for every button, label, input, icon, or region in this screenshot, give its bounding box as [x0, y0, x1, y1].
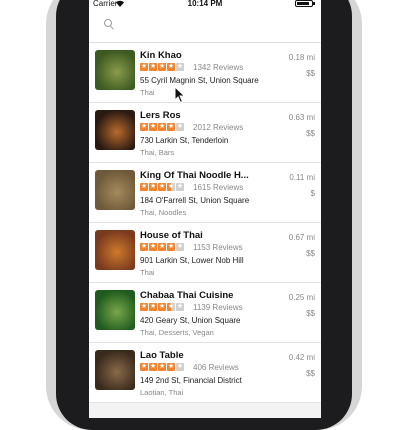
restaurant-name: Chabaa Thai Cuisine — [140, 290, 234, 301]
star-rating: ★ ★ ★ ★ ★ — [140, 303, 185, 311]
star-icon: ★ — [140, 303, 148, 311]
phone-screen: Carrier 10:14 PM Kin Khao ★ ★ ★ ★ ★ 1342 Rev… — [89, 0, 321, 418]
restaurant-name: King Of Thai Noodle H... — [140, 170, 249, 181]
restaurant-row[interactable]: Lers Ros ★ ★ ★ ★ ★ 2012 Reviews 730 Larkin S… — [89, 103, 321, 163]
star-icon: ★ — [167, 183, 175, 191]
restaurant-distance: 0.42 mi — [288, 353, 315, 362]
restaurant-categories: Thai, Desserts, Vegan — [140, 328, 214, 337]
restaurant-address: 149 2nd St, Financial District — [140, 376, 242, 385]
star-icon: ★ — [167, 63, 175, 71]
review-count: 1139 Reviews — [193, 303, 243, 312]
star-icon: ★ — [176, 303, 184, 311]
review-count: 2012 Reviews — [193, 123, 244, 132]
restaurant-categories: Laotian, Thai — [140, 388, 184, 397]
star-icon: ★ — [140, 183, 148, 191]
restaurant-distance: 0.63 mi — [288, 113, 315, 122]
star-icon: ★ — [149, 243, 157, 251]
restaurant-price: $ — [310, 189, 315, 198]
star-rating: ★ ★ ★ ★ ★ — [140, 243, 185, 251]
restaurant-name: Kin Khao — [140, 50, 182, 61]
star-rating: ★ ★ ★ ★ ★ — [140, 63, 185, 71]
status-time: 10:14 PM — [187, 0, 223, 8]
review-count: 1342 Reviews — [193, 63, 244, 72]
star-icon: ★ — [149, 123, 157, 131]
battery-icon — [295, 0, 315, 7]
star-icon: ★ — [140, 123, 148, 131]
restaurant-categories: Thai — [140, 88, 155, 97]
restaurant-name: Lers Ros — [140, 110, 181, 121]
star-icon: ★ — [158, 243, 166, 251]
restaurant-row[interactable]: Lao Table ★ ★ ★ ★ ★ 406 Reviews 149 2nd St, … — [89, 343, 321, 403]
mouse-cursor-icon — [174, 86, 186, 104]
restaurant-price: $$ — [306, 369, 315, 378]
search-input[interactable] — [117, 16, 311, 38]
restaurant-row[interactable]: House of Thai ★ ★ ★ ★ ★ 1153 Reviews 901 Lar… — [89, 223, 321, 283]
star-icon: ★ — [149, 363, 157, 371]
star-icon: ★ — [167, 303, 175, 311]
star-rating: ★ ★ ★ ★ ★ — [140, 123, 185, 131]
status-bar: Carrier 10:14 PM — [89, 0, 321, 10]
star-icon: ★ — [149, 63, 157, 71]
star-icon: ★ — [149, 183, 157, 191]
review-count: 406 Reviews — [193, 363, 239, 372]
restaurant-address: 901 Larkin St, Lower Nob Hill — [140, 256, 244, 265]
restaurant-address: 184 O'Farrell St, Union Square — [140, 196, 250, 205]
star-icon: ★ — [140, 63, 148, 71]
star-icon: ★ — [176, 183, 184, 191]
restaurant-price: $$ — [306, 249, 315, 258]
restaurant-address: 420 Geary St, Union Square — [140, 316, 241, 325]
star-icon: ★ — [158, 63, 166, 71]
star-icon: ★ — [158, 363, 166, 371]
search-icon — [104, 19, 112, 27]
restaurant-distance: 0.25 mi — [288, 293, 315, 302]
restaurant-categories: Thai, Noodles — [140, 208, 187, 217]
star-icon: ★ — [176, 123, 184, 131]
star-icon: ★ — [140, 243, 148, 251]
star-icon: ★ — [167, 363, 175, 371]
star-icon: ★ — [176, 63, 184, 71]
restaurant-price: $$ — [306, 69, 315, 78]
restaurant-address: 55 Cyril Magnin St, Union Square — [140, 76, 259, 85]
star-rating: ★ ★ ★ ★ ★ — [140, 363, 185, 371]
restaurant-distance: 0.67 mi — [288, 233, 315, 242]
review-count: 1153 Reviews — [193, 243, 243, 252]
restaurant-name: Lao Table — [140, 350, 184, 361]
restaurant-address: 730 Larkin St, Tenderloin — [140, 136, 229, 145]
star-icon: ★ — [176, 243, 184, 251]
search-bar[interactable] — [89, 10, 321, 43]
star-icon: ★ — [167, 243, 175, 251]
restaurant-row[interactable]: Kin Khao ★ ★ ★ ★ ★ 1342 Reviews 55 Cyril Mag… — [89, 43, 321, 103]
restaurant-thumbnail — [95, 230, 135, 270]
restaurant-row[interactable]: King Of Thai Noodle H... ★ ★ ★ ★ ★ 1615 Revi… — [89, 163, 321, 223]
restaurant-thumbnail — [95, 50, 135, 90]
star-icon: ★ — [158, 123, 166, 131]
star-icon: ★ — [140, 363, 148, 371]
restaurant-price: $$ — [306, 309, 315, 318]
restaurant-thumbnail — [95, 110, 135, 150]
star-rating: ★ ★ ★ ★ ★ — [140, 183, 185, 191]
restaurant-distance: 0.18 mi — [288, 53, 315, 62]
restaurant-list: Kin Khao ★ ★ ★ ★ ★ 1342 Reviews 55 Cyril Mag… — [89, 43, 321, 403]
restaurant-categories: Thai — [140, 268, 155, 277]
restaurant-price: $$ — [306, 129, 315, 138]
restaurant-thumbnail — [95, 170, 135, 210]
star-icon: ★ — [167, 123, 175, 131]
restaurant-categories: Thai, Bars — [140, 148, 175, 157]
restaurant-distance: 0.11 mi — [289, 173, 315, 182]
star-icon: ★ — [176, 363, 184, 371]
review-count: 1615 Reviews — [193, 183, 244, 192]
star-icon: ★ — [149, 303, 157, 311]
restaurant-thumbnail — [95, 290, 135, 330]
star-icon: ★ — [158, 303, 166, 311]
restaurant-thumbnail — [95, 350, 135, 390]
star-icon: ★ — [158, 183, 166, 191]
restaurant-row[interactable]: Chabaa Thai Cuisine ★ ★ ★ ★ ★ 1139 Reviews 4… — [89, 283, 321, 343]
restaurant-name: House of Thai — [140, 230, 203, 241]
